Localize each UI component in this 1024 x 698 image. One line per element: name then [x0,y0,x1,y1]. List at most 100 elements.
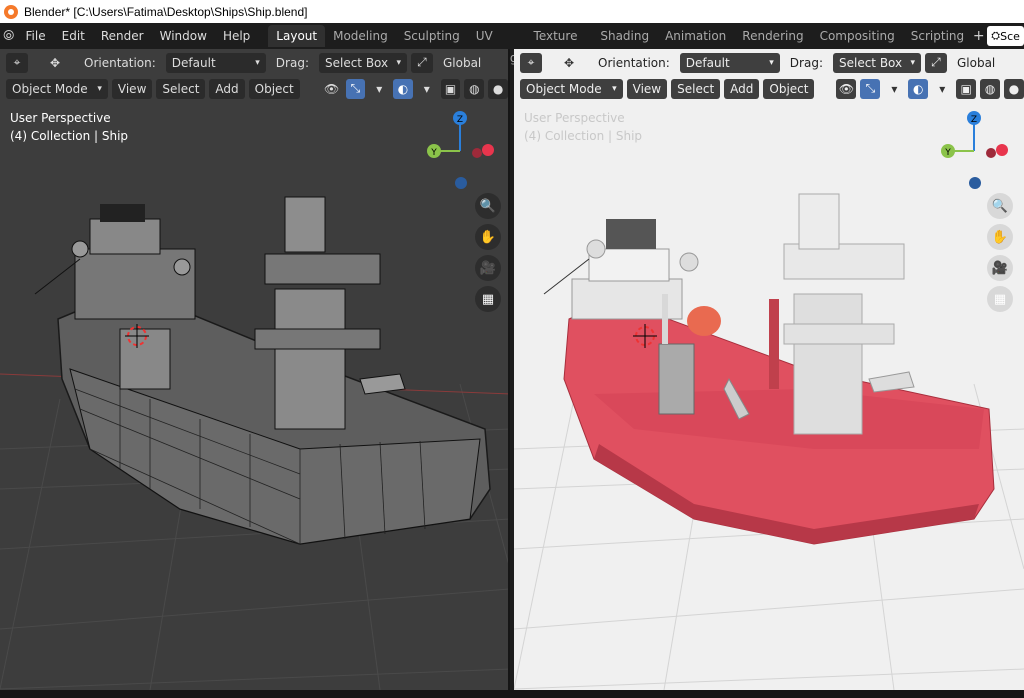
tool-header-left: ⌖ ✥ Orientation: Default ▾ Drag: Select … [0,50,508,75]
transform-space-icon[interactable]: ⤢ [410,52,433,73]
drag-label: Drag: [789,55,823,70]
scene-selector[interactable]: ⛭ Sce [987,26,1024,46]
overlay-toggle-icon[interactable]: ◐ [908,78,929,99]
svg-text:Z: Z [457,115,463,125]
viewport-info-left: User Perspective (4) Collection | Ship [10,109,128,145]
svg-text:Z: Z [971,115,977,125]
status-bar [0,690,1024,698]
menu-render[interactable]: Render [93,29,152,43]
orientation-value: Default [685,55,730,70]
transform-space[interactable]: Global [951,53,1001,73]
zoom-icon[interactable]: 🔍 [475,193,501,219]
tab-scripting[interactable]: Scripting [903,25,972,47]
visibility-eye-icon[interactable]: 👁 [836,78,857,99]
drag-dropdown[interactable]: Select Box ▾ [832,52,921,73]
move-tool-icon[interactable]: ✥ [44,53,66,73]
drag-dropdown[interactable]: Select Box ▾ [318,52,407,73]
tab-layout[interactable]: Layout [268,25,326,47]
overlay-toggle-icon[interactable]: ◐ [393,78,413,99]
orientation-dropdown[interactable]: Default ▾ [165,52,266,73]
viewport-header-right: Object Mode ▾ View Select Add Object 👁 ⤡… [514,76,1024,101]
select-menu[interactable]: Select [671,78,721,99]
scene-name: Sce [1000,29,1020,43]
menu-help[interactable]: Help [215,29,258,43]
menu-file[interactable]: File [18,29,54,43]
ship-wireframe [34,196,491,545]
gizmo-toggle-icon[interactable]: ⤡ [345,78,366,99]
move-tool-icon[interactable]: ✥ [558,53,580,73]
perspective-grid-icon[interactable]: ▦ [475,286,501,312]
orientation-label: Orientation: [84,55,156,70]
tab-sculpting[interactable]: Sculpting [396,25,468,47]
object-menu[interactable]: Object [248,78,300,99]
transform-space[interactable]: Global [437,53,487,73]
solid-shading-icon[interactable]: ● [488,78,508,99]
wireframe-shading-icon[interactable]: ◍ [980,78,1001,99]
orientation-value: Default [171,55,216,70]
solid-scene: Z Y [514,111,1024,690]
pan-hand-icon[interactable]: ✋ [475,224,501,250]
zoom-icon[interactable]: 🔍 [987,193,1013,219]
add-menu[interactable]: Add [724,78,760,99]
drag-label: Drag: [275,55,309,70]
perspective-grid-icon[interactable]: ▦ [987,286,1013,312]
svg-text:Y: Y [944,148,951,158]
blender-menu-icon[interactable]: ⦾ [0,28,18,44]
tab-modeling[interactable]: Modeling [325,25,396,47]
scene-icon: ⛭ [991,29,1001,42]
camera-icon[interactable]: 🎥 [475,255,501,281]
visibility-eye-icon[interactable]: 👁 [322,79,342,99]
add-menu[interactable]: Add [209,78,245,99]
tab-animation[interactable]: Animation [657,25,734,47]
camera-icon[interactable]: 🎥 [987,255,1013,281]
chevron-down-icon: ▾ [255,57,260,68]
menu-window[interactable]: Window [152,29,215,43]
mode-value: Object Mode [526,81,602,96]
tab-rendering[interactable]: Rendering [734,25,811,47]
chevron-down-icon: ▾ [396,57,401,68]
gizmo-toggle-icon[interactable]: ⤡ [860,78,881,99]
pan-hand-icon[interactable]: ✋ [987,224,1013,250]
viewport-info-right: User Perspective (4) Collection | Ship [524,109,642,145]
collection-label: (4) Collection | Ship [10,129,129,143]
xray-icon[interactable]: ▣ [440,78,461,99]
menu-edit[interactable]: Edit [54,29,93,43]
object-menu[interactable]: Object [763,78,815,99]
xray-icon[interactable]: ▣ [956,78,977,99]
viewport-header-left: Object Mode ▾ View Select Add Object 👁 ⤡… [0,76,508,101]
navigation-gizmo: Z Y [941,111,1008,189]
wireframe-shading-icon[interactable]: ◍ [464,78,485,99]
add-workspace-icon[interactable]: + [972,28,985,44]
chevron-down-icon[interactable]: ▾ [932,79,952,99]
perspective-label: User Perspective [10,111,111,125]
transform-space-icon[interactable]: ⤢ [924,52,947,73]
select-menu[interactable]: Select [156,78,206,99]
chevron-down-icon[interactable]: ▾ [369,79,389,99]
chevron-down-icon[interactable]: ▾ [884,79,904,99]
transform-pivot-icon[interactable]: ⌖ [520,52,542,73]
collection-label: (4) Collection | Ship [524,129,643,143]
mode-value: Object Mode [12,81,88,96]
orientation-dropdown[interactable]: Default ▾ [679,52,780,73]
tab-texture-paint[interactable]: Texture Paint [526,25,593,65]
wireframe-scene: Z Y [0,111,508,690]
viewport-right[interactable]: Z Y ⌖ ✥ Orientation: Default ▾ Drag: Sel… [514,49,1024,690]
chevron-down-icon: ▾ [769,57,774,68]
mode-dropdown[interactable]: Object Mode ▾ [6,78,108,99]
transform-pivot-icon[interactable]: ⌖ [6,52,28,73]
solid-shading-icon[interactable]: ● [1004,78,1024,99]
tab-compositing[interactable]: Compositing [812,25,903,47]
mode-dropdown[interactable]: Object Mode ▾ [520,78,623,99]
window-titlebar: Blender* [C:\Users\Fatima\Desktop\Ships\… [0,0,1024,23]
tab-shading[interactable]: Shading [592,25,657,47]
viewport-left[interactable]: Z Y ⌖ ✥ Orientation: Default ▾ Drag: Sel… [0,49,510,690]
perspective-label: User Perspective [524,111,625,125]
drag-value: Select Box [324,55,389,70]
svg-text:Y: Y [430,148,437,158]
view-menu[interactable]: View [111,78,153,99]
chevron-down-icon: ▾ [910,57,915,68]
chevron-down-icon[interactable]: ▾ [417,79,437,99]
view-menu[interactable]: View [626,78,668,99]
tab-uv-editing[interactable]: UV Editing [468,25,526,65]
chevron-down-icon: ▾ [97,83,102,94]
